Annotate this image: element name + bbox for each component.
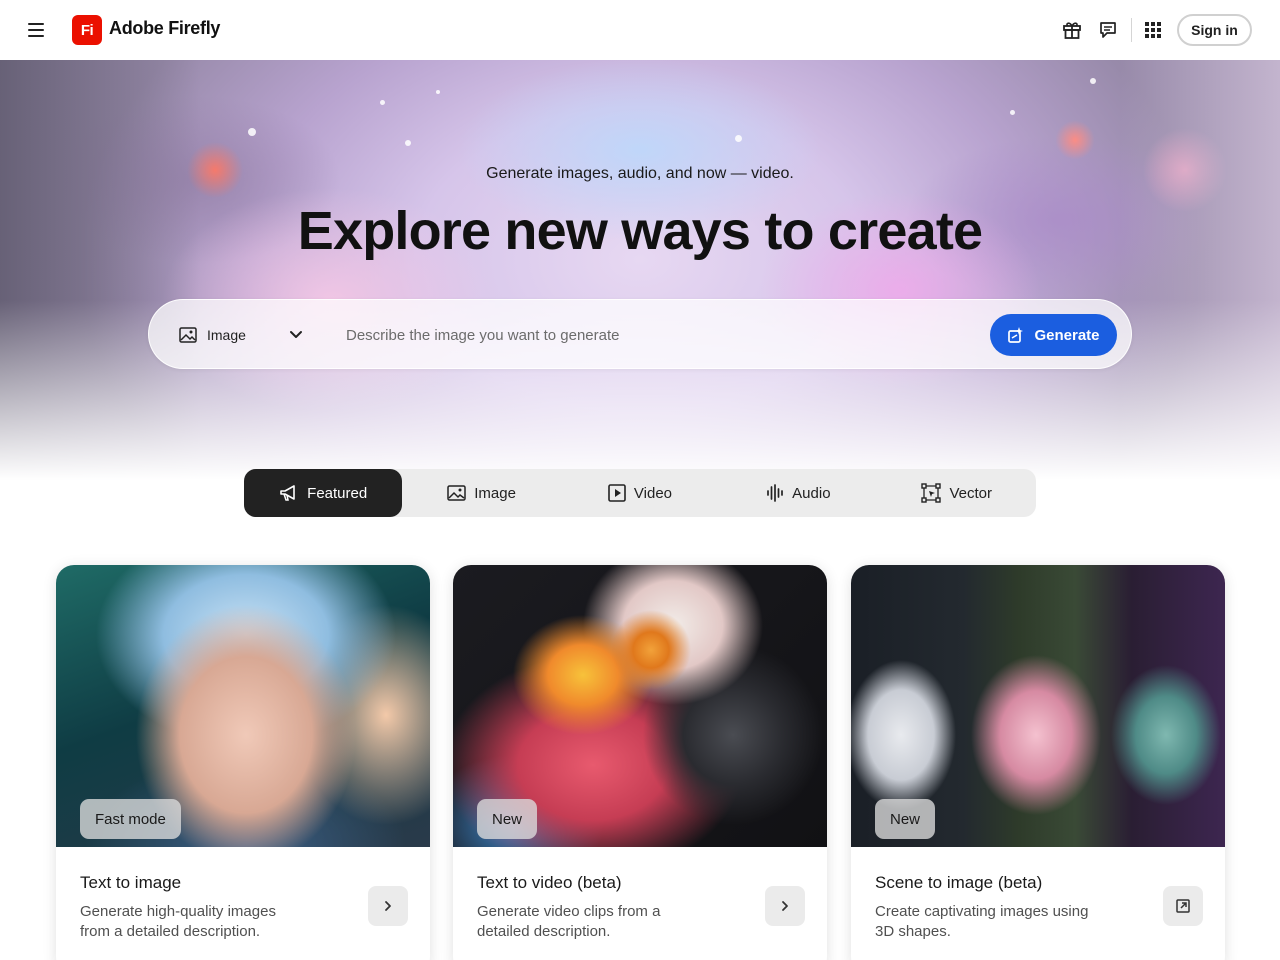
tab-label: Image: [474, 484, 516, 502]
tab-vector[interactable]: Vector: [878, 469, 1036, 517]
app-switcher-icon[interactable]: [1141, 18, 1165, 42]
sign-in-button[interactable]: Sign in: [1177, 14, 1252, 46]
sparkle-decor: [436, 90, 440, 94]
card-title: Scene to image (beta): [875, 873, 1043, 892]
hero-subtitle: Generate images, audio, and now — video.: [486, 165, 794, 182]
tab-label: Video: [633, 484, 673, 502]
megaphone-icon: [279, 484, 299, 502]
feature-card-scene-to-image[interactable]: New Scene to image (beta) Create captiva…: [851, 565, 1225, 960]
gift-icon[interactable]: [1060, 18, 1084, 42]
firefly-logo[interactable]: Fi: [72, 15, 102, 45]
tab-label: Audio: [792, 484, 831, 502]
card-description: Generate high-quality images from a deta…: [80, 903, 276, 940]
card-open-button[interactable]: [765, 886, 805, 926]
sparkle-decor: [405, 140, 411, 146]
vector-icon: [921, 483, 942, 503]
tab-image[interactable]: Image: [402, 469, 560, 517]
prompt-bar: Image Generate: [148, 299, 1132, 369]
hero-title: Explore new ways to create: [297, 201, 983, 261]
prompt-input[interactable]: [346, 317, 966, 353]
card-image: New: [453, 565, 827, 847]
card-title: Text to image: [80, 873, 182, 892]
sparkle-decor: [1010, 110, 1015, 115]
tab-video[interactable]: Video: [561, 469, 719, 517]
tab-audio[interactable]: Audio: [719, 469, 877, 517]
card-image: Fast mode: [56, 565, 430, 847]
card-badge: Fast mode: [80, 799, 181, 839]
menu-icon[interactable]: [24, 18, 48, 42]
feature-card-text-to-video[interactable]: New Text to video (beta) Generate video …: [453, 565, 827, 960]
sparkle-decor: [248, 128, 256, 136]
open-external-icon: [1175, 898, 1191, 914]
generate-icon: [1007, 326, 1025, 344]
divider: [1131, 18, 1132, 42]
category-tabs: Featured Image Video Audio Vector: [244, 469, 1036, 517]
video-icon: [608, 484, 626, 502]
chevron-right-icon: [779, 900, 791, 912]
card-image: New: [851, 565, 1225, 847]
generation-type-label: Image: [207, 327, 246, 343]
tab-featured[interactable]: Featured: [244, 469, 403, 517]
card-badge: New: [875, 799, 936, 839]
chevron-right-icon: [382, 900, 394, 912]
image-icon: [447, 485, 466, 501]
generate-label: Generate: [1034, 326, 1100, 344]
card-open-button[interactable]: [1163, 886, 1203, 926]
brand-name[interactable]: Adobe Firefly: [109, 18, 220, 39]
feedback-icon[interactable]: [1096, 18, 1120, 42]
sparkle-decor: [380, 100, 385, 105]
card-description: Generate video clips from a detailed des…: [477, 903, 661, 940]
generation-type-dropdown[interactable]: Image: [179, 322, 304, 348]
sparkle-decor: [735, 135, 742, 142]
generate-button[interactable]: Generate: [990, 314, 1117, 356]
card-description: Create captivating images using 3D shape…: [875, 903, 1089, 940]
image-icon: [179, 327, 197, 343]
sparkle-decor: [1090, 78, 1096, 84]
card-title: Text to video (beta): [477, 873, 622, 892]
feature-card-text-to-image[interactable]: Fast mode Text to image Generate high-qu…: [56, 565, 430, 960]
top-bar: Fi Adobe Firefly Sign in: [0, 0, 1280, 60]
chevron-down-icon: [288, 327, 304, 348]
card-open-button[interactable]: [368, 886, 408, 926]
tab-label: Featured: [307, 484, 368, 502]
card-badge: New: [477, 799, 538, 839]
hero-banner: Generate images, audio, and now — video.…: [0, 60, 1280, 480]
audio-icon: [766, 484, 784, 502]
tab-label: Vector: [949, 484, 993, 502]
